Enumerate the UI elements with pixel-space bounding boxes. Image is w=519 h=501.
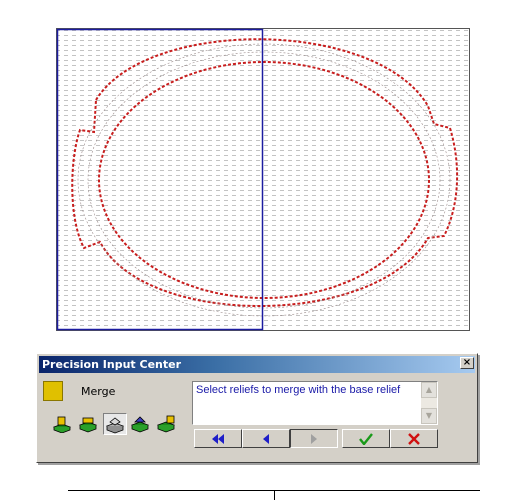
merge-label: Merge xyxy=(81,385,116,398)
close-button[interactable]: × xyxy=(460,357,474,369)
merge-color-swatch[interactable] xyxy=(43,381,63,401)
lower-view-divider xyxy=(274,490,275,500)
panel-title: Precision Input Center xyxy=(39,356,475,373)
forward-icon xyxy=(311,433,317,444)
forward-button[interactable] xyxy=(290,429,338,448)
relief-canvas[interactable] xyxy=(56,28,470,331)
instruction-text: Select reliefs to merge with the base re… xyxy=(196,384,401,396)
precision-input-center: Precision Input Center × Merge Select re… xyxy=(36,353,478,463)
back-icon xyxy=(263,433,269,444)
replace-relief-icon[interactable] xyxy=(129,413,153,435)
cancel-button[interactable] xyxy=(390,429,438,448)
add-relief-icon[interactable] xyxy=(51,413,75,435)
zero-relief-icon[interactable] xyxy=(155,413,179,435)
message-box: Select reliefs to merge with the base re… xyxy=(192,381,438,425)
accept-icon xyxy=(359,432,373,445)
scroll-down-icon[interactable]: ▼ xyxy=(421,408,437,424)
relief-drawing xyxy=(56,28,470,331)
back-button[interactable] xyxy=(242,429,290,448)
first-icon xyxy=(212,433,224,444)
message-scrollbar[interactable]: ▲ ▼ xyxy=(421,382,437,424)
subtract-relief-icon[interactable] xyxy=(77,413,101,435)
cancel-icon xyxy=(408,432,420,445)
accept-button[interactable] xyxy=(342,429,390,448)
first-button[interactable] xyxy=(194,429,242,448)
merge-relief-icon[interactable] xyxy=(103,413,127,435)
scroll-up-icon[interactable]: ▲ xyxy=(421,382,437,398)
